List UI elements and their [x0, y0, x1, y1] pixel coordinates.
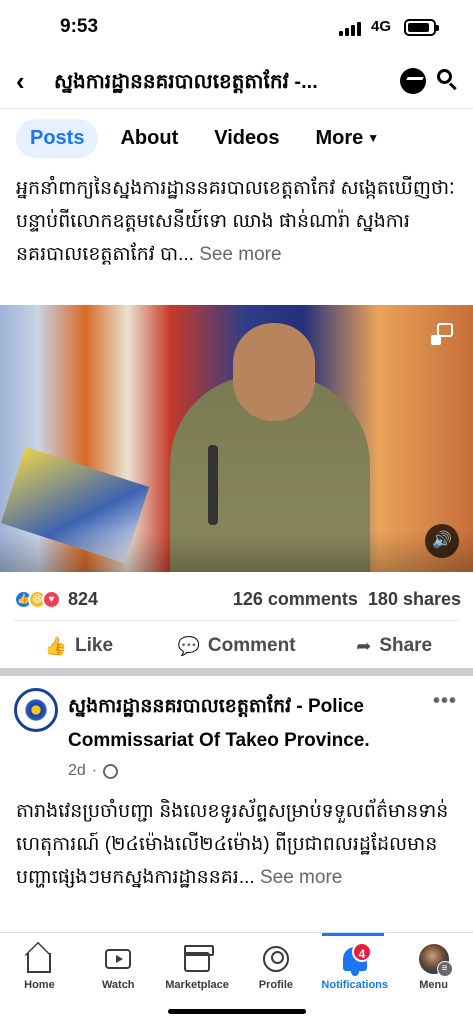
see-more-link[interactable]: See more — [199, 244, 281, 265]
post-actions: 👍 Like 💬 Comment ➦ Share — [0, 626, 473, 666]
chevron-left-icon[interactable]: ‹ — [16, 66, 25, 96]
like-button[interactable]: 👍 Like — [0, 635, 158, 657]
nav-profile-label: Profile — [258, 979, 294, 991]
reactions-row: 👍 😆 ♥ 824 126 comments 180 shares — [14, 586, 461, 612]
active-tab-indicator — [322, 933, 384, 936]
dot-separator: · — [91, 762, 98, 779]
messenger-icon[interactable] — [400, 68, 426, 94]
nav-marketplace[interactable]: Marketplace — [158, 938, 237, 998]
sound-icon[interactable]: 🔊 — [425, 524, 459, 558]
love-reaction-icon: ♥ — [42, 589, 61, 609]
post-separator — [0, 668, 473, 676]
nav-notifications-label: Notifications — [321, 979, 389, 991]
share-button[interactable]: ➦ Share — [315, 635, 473, 657]
marketplace-icon — [182, 944, 215, 974]
post-text-2: តារាងវេនប្រចាំបញ្ជា និងលេខទូរស័ព្ទសម្រាប… — [16, 795, 461, 894]
status-time: 9:53 — [60, 16, 99, 37]
nav-menu[interactable]: Menu — [394, 938, 473, 998]
thumbs-up-icon: 👍 — [44, 635, 68, 656]
video-speaker-head — [233, 323, 315, 421]
picture-in-picture-icon[interactable] — [431, 323, 453, 345]
page-title[interactable]: ស្នងការដ្ឋាននគរបាលខេត្តតាកែវ -... — [54, 68, 374, 98]
nav-watch[interactable]: Watch — [79, 938, 158, 998]
notification-badge: 4 — [352, 942, 372, 962]
reaction-count[interactable]: 824 — [68, 589, 98, 610]
comment-button[interactable]: 💬 Comment — [158, 635, 316, 657]
signal-icon — [339, 22, 361, 36]
share-icon: ➦ — [356, 635, 372, 656]
post-video[interactable]: 🔊 — [0, 305, 473, 572]
comment-icon: 💬 — [177, 635, 200, 656]
nav-home-label: Home — [24, 979, 55, 991]
home-icon — [24, 944, 54, 974]
tab-more[interactable]: More ▼ — [301, 119, 393, 158]
post-time[interactable]: 2d — [68, 762, 86, 780]
battery-icon — [404, 19, 439, 36]
tab-videos[interactable]: Videos — [200, 119, 293, 158]
nav-marketplace-label: Marketplace — [165, 979, 229, 991]
more-options-icon[interactable]: ••• — [433, 690, 457, 713]
globe-icon — [103, 763, 119, 779]
share-label: Share — [379, 635, 433, 656]
page-header: ‹ ស្នងការដ្ឋាននគរបាលខេត្តតាកែវ -... — [0, 56, 473, 108]
post-body-2: តារាងវេនប្រចាំបញ្ជា និងលេខទូរស័ព្ទសម្រាប… — [16, 801, 449, 888]
header-divider — [0, 108, 473, 109]
post-author[interactable]: ស្នងការដ្ឋាននគរបាលខេត្តតាកែវ - Police Co… — [68, 690, 428, 758]
reaction-icons[interactable]: 👍 😆 ♥ — [14, 589, 61, 609]
comments-count[interactable]: 126 comments — [233, 589, 358, 609]
video-shade — [0, 532, 473, 572]
status-bar: 9:53 4G — [0, 0, 473, 56]
bottom-navigation: Home Watch Marketplace Profile Notificat… — [0, 938, 473, 998]
shares-count[interactable]: 180 shares — [368, 589, 461, 609]
see-more-link-2[interactable]: See more — [260, 867, 342, 888]
comments-shares: 126 comments 180 shares — [233, 589, 461, 610]
comment-label: Comment — [207, 635, 296, 656]
page-avatar[interactable] — [14, 688, 58, 732]
nav-home[interactable]: Home — [0, 938, 79, 998]
watch-icon — [103, 944, 133, 974]
post-meta: 2d · — [68, 762, 119, 780]
video-microphone — [208, 445, 218, 525]
nav-menu-label: Menu — [419, 979, 448, 991]
nav-profile[interactable]: Profile — [236, 938, 315, 998]
nav-divider — [0, 932, 473, 933]
menu-avatar-icon — [418, 944, 453, 977]
reactions-divider — [14, 620, 459, 621]
like-label: Like — [75, 635, 114, 656]
post-text: អ្នកនាំពាក្យនៃស្នងការដ្ឋាននគរបាលខេត្តតាក… — [16, 172, 461, 271]
home-indicator[interactable] — [168, 1009, 306, 1014]
tab-about[interactable]: About — [106, 119, 192, 158]
profile-icon — [261, 944, 291, 974]
page-tabs: Posts About Videos More ▼ — [16, 118, 401, 158]
tab-more-label: More — [315, 126, 364, 149]
nav-watch-label: Watch — [101, 979, 135, 991]
tab-posts[interactable]: Posts — [16, 118, 99, 158]
caret-down-icon: ▼ — [367, 131, 380, 146]
search-icon[interactable] — [436, 68, 458, 91]
network-type: 4G — [371, 18, 392, 35]
